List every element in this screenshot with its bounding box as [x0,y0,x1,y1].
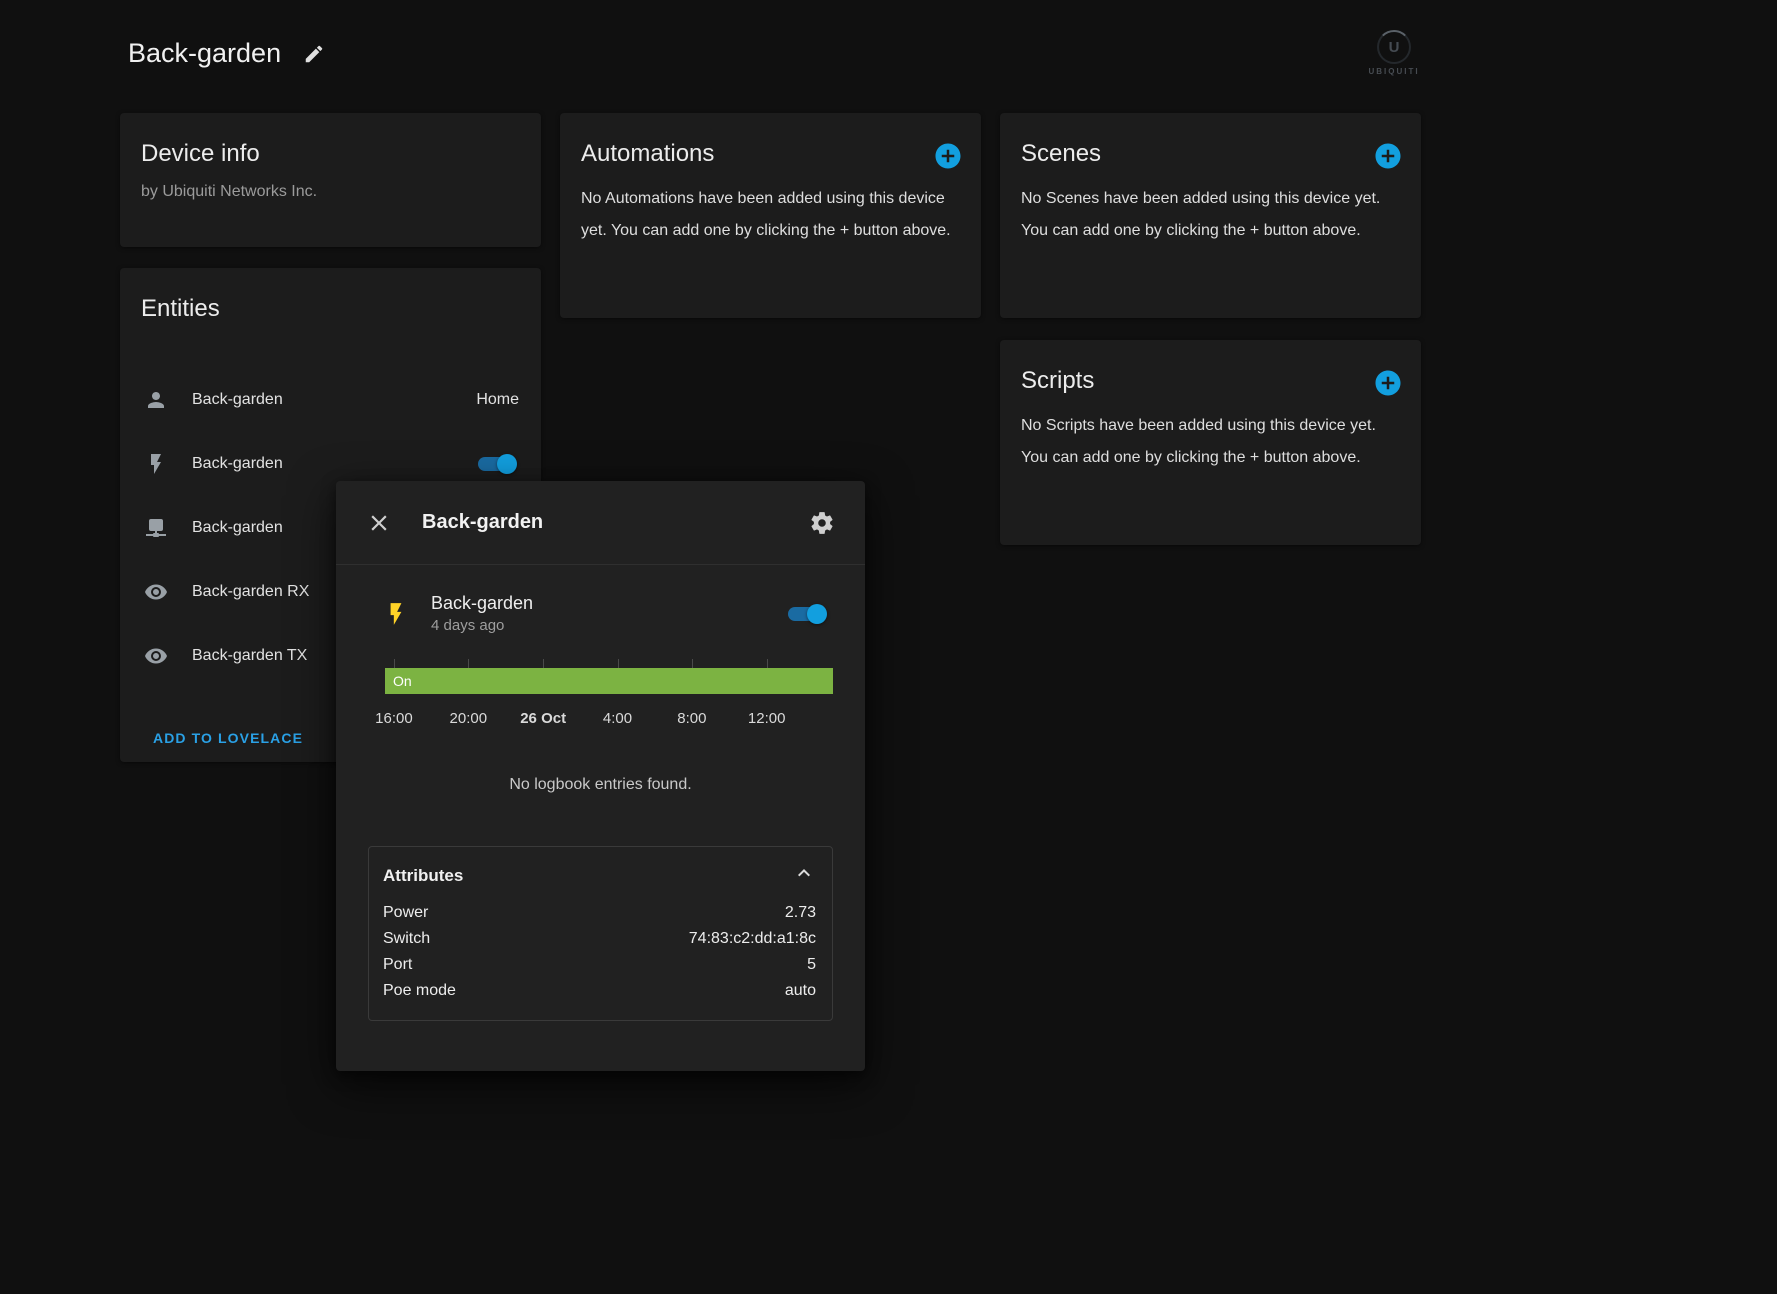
attribute-key: Switch [383,926,430,952]
flash-icon [144,452,168,476]
attributes-header[interactable]: Attributes [383,861,816,890]
dialog-title: Back-garden [422,511,779,534]
scripts-card: Scripts No Scripts have been added using… [1000,340,1421,545]
add-script-button[interactable] [1373,368,1403,398]
scripts-empty-text: No Scripts have been added using this de… [1000,398,1421,500]
attributes-panel: Attributes Power 2.73 Switch 74:83:c2:dd… [368,846,833,1021]
dialog-entity-row: Back-garden 4 days ago [383,591,829,637]
scripts-card-header: Scripts [1000,340,1421,398]
more-info-dialog: Back-garden Back-garden 4 days ago On 16… [336,481,865,1071]
scripts-title: Scripts [1021,366,1094,396]
attribute-row: Power 2.73 [383,900,816,926]
dialog-entity-text: Back-garden 4 days ago [431,591,782,637]
attribute-row: Poe mode auto [383,978,816,1004]
history-tick-label: 20:00 [450,710,488,727]
add-automation-button[interactable] [933,141,963,171]
entities-title: Entities [120,268,541,324]
chevron-up-icon[interactable] [792,861,816,890]
scenes-card-header: Scenes [1000,113,1421,171]
network-icon [144,516,168,540]
history-axis: 16:00 20:00 26 Oct 4:00 8:00 12:00 [385,710,833,732]
eye-icon [144,580,168,604]
toggle-thumb [497,454,517,474]
device-info-title: Device info [120,113,541,169]
dialog-entity-name: Back-garden [431,591,782,615]
history-tick-label: 16:00 [375,710,413,727]
person-icon [144,388,168,412]
entity-state-value: Home [476,391,519,409]
device-info-manufacturer: by Ubiquiti Networks Inc. [120,169,541,225]
add-scene-button[interactable] [1373,141,1403,171]
attributes-rows: Power 2.73 Switch 74:83:c2:dd:a1:8c Port… [383,900,816,1004]
add-to-lovelace-button[interactable]: ADD TO LOVELACE [153,730,303,746]
automations-title: Automations [581,139,714,169]
attribute-row: Port 5 [383,952,816,978]
history-chart: On 16:00 20:00 26 Oct 4:00 8:00 12:00 [385,659,833,732]
ubiquiti-logo-text: UBIQUITI [1362,67,1426,76]
attributes-title: Attributes [383,866,463,886]
close-icon[interactable] [366,510,392,536]
automations-card-header: Automations [560,113,981,171]
ubiquiti-logo: U UBIQUITI [1362,30,1426,76]
logbook-empty-text: No logbook entries found. [336,776,865,794]
scenes-card: Scenes No Scenes have been added using t… [1000,113,1421,318]
attribute-row: Switch 74:83:c2:dd:a1:8c [383,926,816,952]
edit-pencil-icon[interactable] [303,43,325,65]
ubiquiti-logo-icon: U [1377,30,1411,64]
dialog-entity-last-changed: 4 days ago [431,615,782,637]
attribute-value: 74:83:c2:dd:a1:8c [689,926,816,952]
attribute-key: Port [383,952,412,978]
history-tick-label: 8:00 [677,710,706,727]
page-header: Back-garden [128,38,325,69]
entity-row-back-garden-person[interactable]: Back-garden Home [120,368,541,432]
device-info-card: Device info by Ubiquiti Networks Inc. [120,113,541,247]
attribute-value: 2.73 [785,900,816,926]
dialog-entity-toggle[interactable] [782,603,829,625]
history-tick-label: 26 Oct [520,710,566,727]
attribute-value: auto [785,978,816,1004]
scenes-empty-text: No Scenes have been added using this dev… [1000,171,1421,273]
scenes-title: Scenes [1021,139,1101,169]
gear-icon[interactable] [809,510,835,536]
entity-label: Back-garden [192,455,472,473]
page-title: Back-garden [128,38,281,69]
attribute-key: Power [383,900,428,926]
dialog-header: Back-garden [336,481,865,565]
entity-label: Back-garden [192,391,476,409]
toggle-thumb [807,604,827,624]
history-tick-label: 12:00 [748,710,786,727]
history-tick-marks [385,659,833,668]
history-on-bar: On [385,668,833,694]
attribute-key: Poe mode [383,978,456,1004]
eye-icon [144,644,168,668]
automations-empty-text: No Automations have been added using thi… [560,171,981,273]
entity-toggle-switch[interactable] [472,453,519,475]
attribute-value: 5 [807,952,816,978]
automations-card: Automations No Automations have been add… [560,113,981,318]
flash-icon [383,599,409,629]
history-state-label: On [393,668,412,694]
history-tick-label: 4:00 [603,710,632,727]
